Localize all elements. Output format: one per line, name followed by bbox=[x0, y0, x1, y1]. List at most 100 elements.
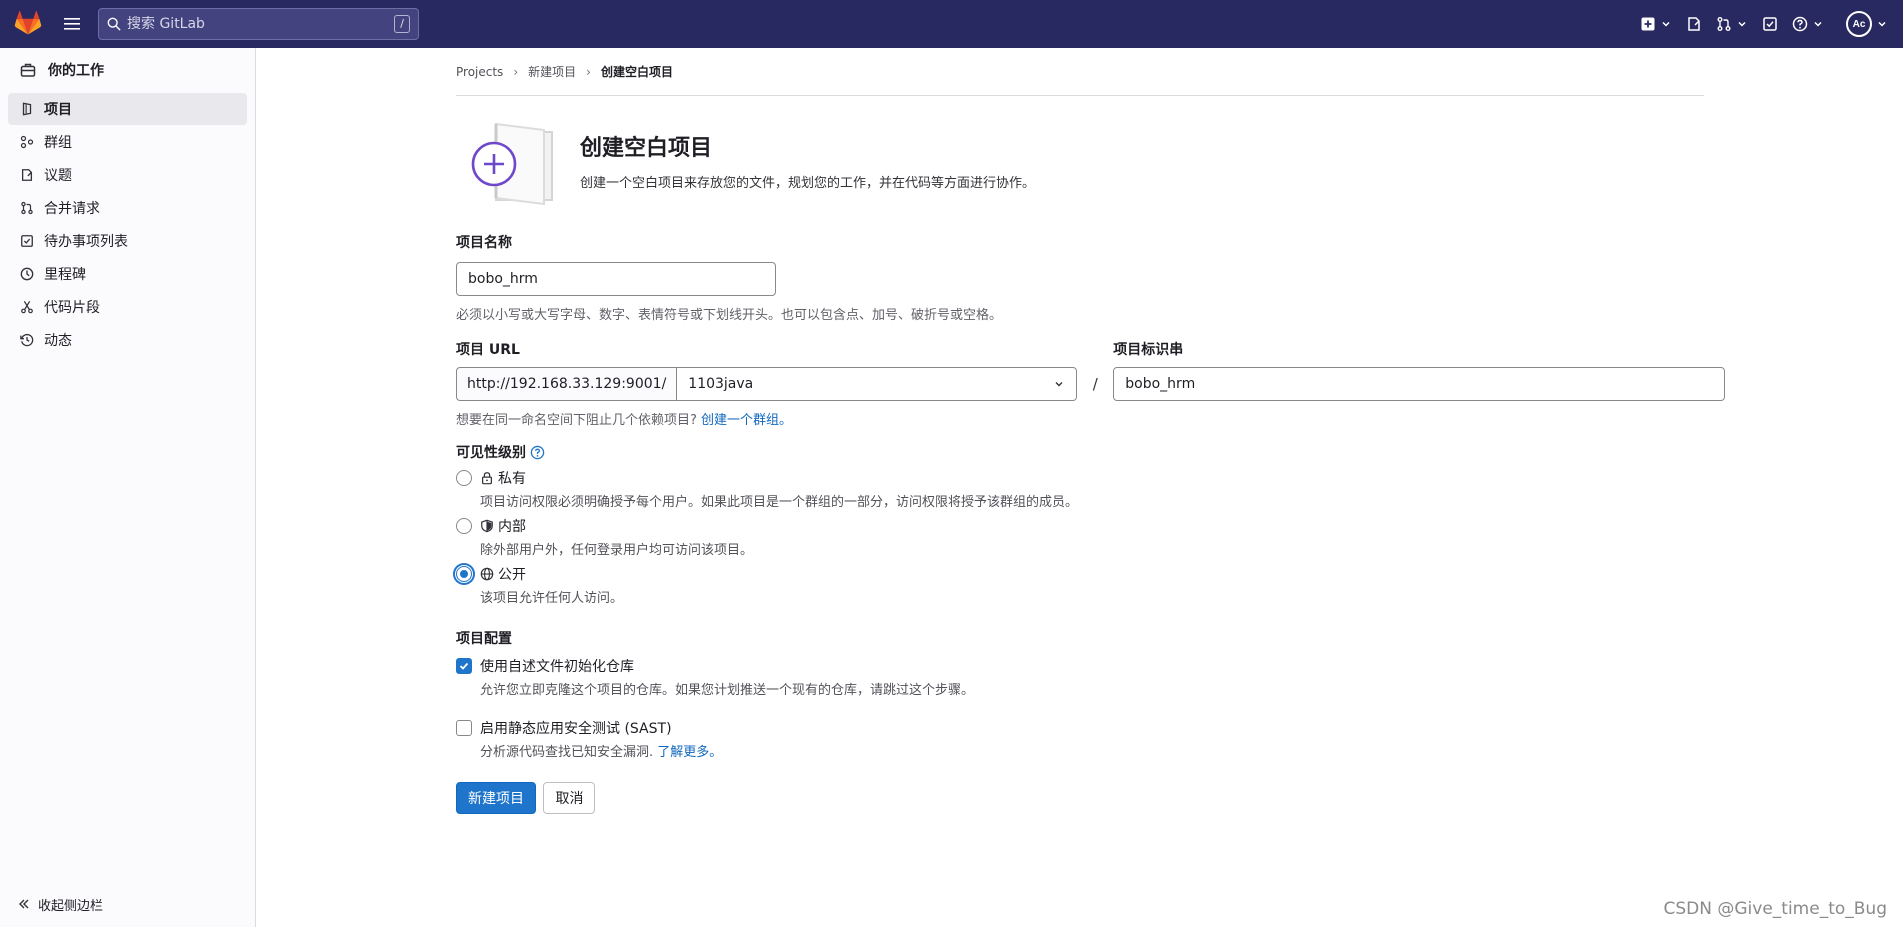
sidebar-item-activity[interactable]: 动态 bbox=[8, 324, 247, 356]
visibility-option-private: 私有 项目访问权限必须明确授予每个用户。如果此项目是一个群组的一部分，访问权限将… bbox=[456, 468, 1704, 510]
sidebar-item-projects[interactable]: 项目 bbox=[8, 93, 247, 125]
chevron-down-icon bbox=[1878, 21, 1886, 27]
sast-label[interactable]: 启用静态应用安全测试 (SAST) bbox=[480, 718, 672, 738]
sidebar-item-groups[interactable]: 群组 bbox=[8, 126, 247, 158]
sidebar-item-label: 代码片段 bbox=[44, 300, 100, 316]
visibility-public-help: 该项目允许任何人访问。 bbox=[480, 591, 624, 606]
todo-icon bbox=[1763, 17, 1777, 31]
collapse-sidebar-button[interactable]: 收起侧边栏 bbox=[0, 881, 255, 927]
visibility-private-radio[interactable] bbox=[456, 470, 472, 486]
breadcrumb-projects-link[interactable]: Projects bbox=[456, 65, 503, 79]
project-config-label: 项目配置 bbox=[456, 631, 512, 647]
project-name-group: 项目名称 必须以小写或大写字母、数字、表情符号或下划线开头。也可以包含点、加号、… bbox=[456, 232, 1704, 323]
sidebar-item-todos[interactable]: 待办事项列表 bbox=[8, 225, 247, 257]
page-title: 创建空白项目 bbox=[580, 135, 713, 161]
sast-option: 启用静态应用安全测试 (SAST) 分析源代码查找已知安全漏洞. 了解更多。 bbox=[456, 718, 1704, 760]
cancel-button[interactable]: 取消 bbox=[543, 782, 596, 814]
chevron-double-left-icon bbox=[19, 899, 29, 909]
namespace-select[interactable]: 1103java bbox=[676, 367, 1078, 401]
readme-help: 允许您立即克隆这个项目的仓库。如果您计划推送一个现有的仓库，请跳过这个步骤。 bbox=[480, 683, 975, 698]
breadcrumb: Projects › 新建项目 › 创建空白项目 bbox=[456, 48, 1704, 96]
breadcrumb-current: 创建空白项目 bbox=[600, 65, 673, 79]
project-slug-label: 项目标识串 bbox=[1113, 342, 1184, 358]
url-separator: / bbox=[1092, 375, 1098, 393]
group-icon bbox=[20, 135, 34, 149]
project-slug-input[interactable] bbox=[1113, 367, 1726, 401]
question-circle-icon[interactable] bbox=[530, 445, 545, 460]
project-url-prefix: http://192.168.33.129:9001/ bbox=[456, 367, 677, 401]
search-input[interactable] bbox=[127, 16, 395, 32]
chevron-right-icon: › bbox=[513, 64, 519, 79]
watermark-text: CSDN @Give_time_to_Bug bbox=[1663, 899, 1888, 919]
sidebar-context-header[interactable]: 你的工作 bbox=[0, 48, 255, 92]
create-new-button[interactable] bbox=[1633, 8, 1679, 40]
gitlab-logo-icon[interactable] bbox=[14, 10, 42, 38]
sidebar-item-label: 动态 bbox=[44, 333, 72, 349]
chevron-down-icon bbox=[1662, 21, 1670, 27]
search-box[interactable]: / bbox=[98, 8, 419, 40]
todos-nav-button[interactable] bbox=[1755, 8, 1785, 40]
sidebar-item-label: 项目 bbox=[44, 102, 72, 118]
top-right-actions: Ac bbox=[1633, 0, 1903, 48]
sidebar-item-label: 合并请求 bbox=[44, 201, 100, 217]
shield-icon bbox=[481, 519, 493, 533]
visibility-internal-label: 内部 bbox=[498, 519, 526, 535]
visibility-public-label: 公开 bbox=[498, 567, 526, 583]
visibility-private-label: 私有 bbox=[498, 471, 526, 487]
visibility-internal-radio[interactable] bbox=[456, 518, 472, 534]
merge-request-icon bbox=[21, 201, 33, 215]
chevron-down-icon bbox=[1814, 21, 1822, 27]
main-content: Projects › 新建项目 › 创建空白项目 创建空白项目 创建一个空白项目… bbox=[456, 48, 1726, 814]
sast-checkbox[interactable] bbox=[456, 720, 472, 736]
top-bar: / Ac bbox=[0, 0, 1903, 48]
learn-more-link[interactable]: 了解更多。 bbox=[657, 745, 722, 760]
help-icon bbox=[1792, 16, 1808, 32]
blank-project-illustration bbox=[456, 112, 556, 208]
create-project-button[interactable]: 新建项目 bbox=[456, 782, 536, 814]
collapse-sidebar-label: 收起侧边栏 bbox=[38, 898, 104, 914]
issues-icon bbox=[21, 169, 33, 181]
breadcrumb-new-project-link[interactable]: 新建项目 bbox=[528, 63, 576, 80]
merge-requests-nav-button[interactable] bbox=[1709, 8, 1755, 40]
user-menu-button[interactable]: Ac bbox=[1839, 8, 1895, 40]
help-button[interactable] bbox=[1785, 8, 1831, 40]
project-name-input[interactable] bbox=[456, 262, 776, 296]
project-url-label: 项目 URL bbox=[456, 342, 520, 358]
visibility-option-public: 公开 该项目允许任何人访问。 bbox=[456, 564, 1704, 606]
sidebar-item-snippets[interactable]: 代码片段 bbox=[8, 291, 247, 323]
project-name-label: 项目名称 bbox=[456, 235, 512, 251]
visibility-public-radio[interactable] bbox=[456, 566, 472, 582]
sidebar-item-merge-requests[interactable]: 合并请求 bbox=[8, 192, 247, 224]
readme-checkbox[interactable] bbox=[456, 658, 472, 674]
sidebar-item-issues[interactable]: 议题 bbox=[8, 159, 247, 191]
readme-option: 使用自述文件初始化仓库 允许您立即克隆这个项目的仓库。如果您计划推送一个现有的仓… bbox=[456, 656, 1704, 698]
page-header: 创建空白项目 创建一个空白项目来存放您的文件，规划您的工作，并在代码等方面进行协… bbox=[456, 112, 1704, 208]
merge-request-icon bbox=[1717, 17, 1731, 31]
form-actions: 新建项目 取消 bbox=[456, 782, 1704, 814]
issues-nav-button[interactable] bbox=[1679, 8, 1709, 40]
project-icon bbox=[22, 102, 32, 116]
create-group-link[interactable]: 创建一个群组。 bbox=[701, 413, 792, 428]
milestone-icon bbox=[20, 267, 34, 281]
check-icon bbox=[459, 662, 469, 670]
hamburger-menu-button[interactable] bbox=[58, 10, 86, 38]
project-url-group: 项目 URL http://192.168.33.129:9001/ 1103j… bbox=[456, 339, 1726, 401]
project-config-group: 项目配置 使用自述文件初始化仓库 允许您立即克隆这个项目的仓库。如果您计划推送一… bbox=[456, 628, 1704, 760]
sidebar-item-milestones[interactable]: 里程碑 bbox=[8, 258, 247, 290]
readme-label[interactable]: 使用自述文件初始化仓库 bbox=[480, 656, 634, 676]
plus-square-icon bbox=[1641, 17, 1655, 31]
page-subtitle: 创建一个空白项目来存放您的文件，规划您的工作，并在代码等方面进行协作。 bbox=[580, 175, 1036, 191]
group-help: 想要在同一命名空间下阻止几个依赖项目? 创建一个群组。 bbox=[456, 409, 1704, 428]
hamburger-icon bbox=[64, 18, 80, 30]
project-name-help: 必须以小写或大写字母、数字、表情符号或下划线开头。也可以包含点、加号、破折号或空… bbox=[456, 308, 1003, 323]
sidebar-context-label: 你的工作 bbox=[48, 63, 104, 79]
sidebar-item-label: 议题 bbox=[44, 168, 72, 184]
snippet-icon bbox=[21, 300, 33, 314]
sast-help-text: 分析源代码查找已知安全漏洞. bbox=[480, 745, 654, 760]
chevron-down-icon bbox=[1738, 21, 1746, 27]
sidebar-item-label: 里程碑 bbox=[44, 267, 86, 283]
visibility-private-help: 项目访问权限必须明确授予每个用户。如果此项目是一个群组的一部分，访问权限将授予该… bbox=[480, 495, 1079, 510]
visibility-label-row: 可见性级别 bbox=[456, 442, 1704, 462]
group-help-text: 想要在同一命名空间下阻止几个依赖项目? bbox=[456, 413, 697, 428]
search-icon bbox=[107, 17, 121, 31]
